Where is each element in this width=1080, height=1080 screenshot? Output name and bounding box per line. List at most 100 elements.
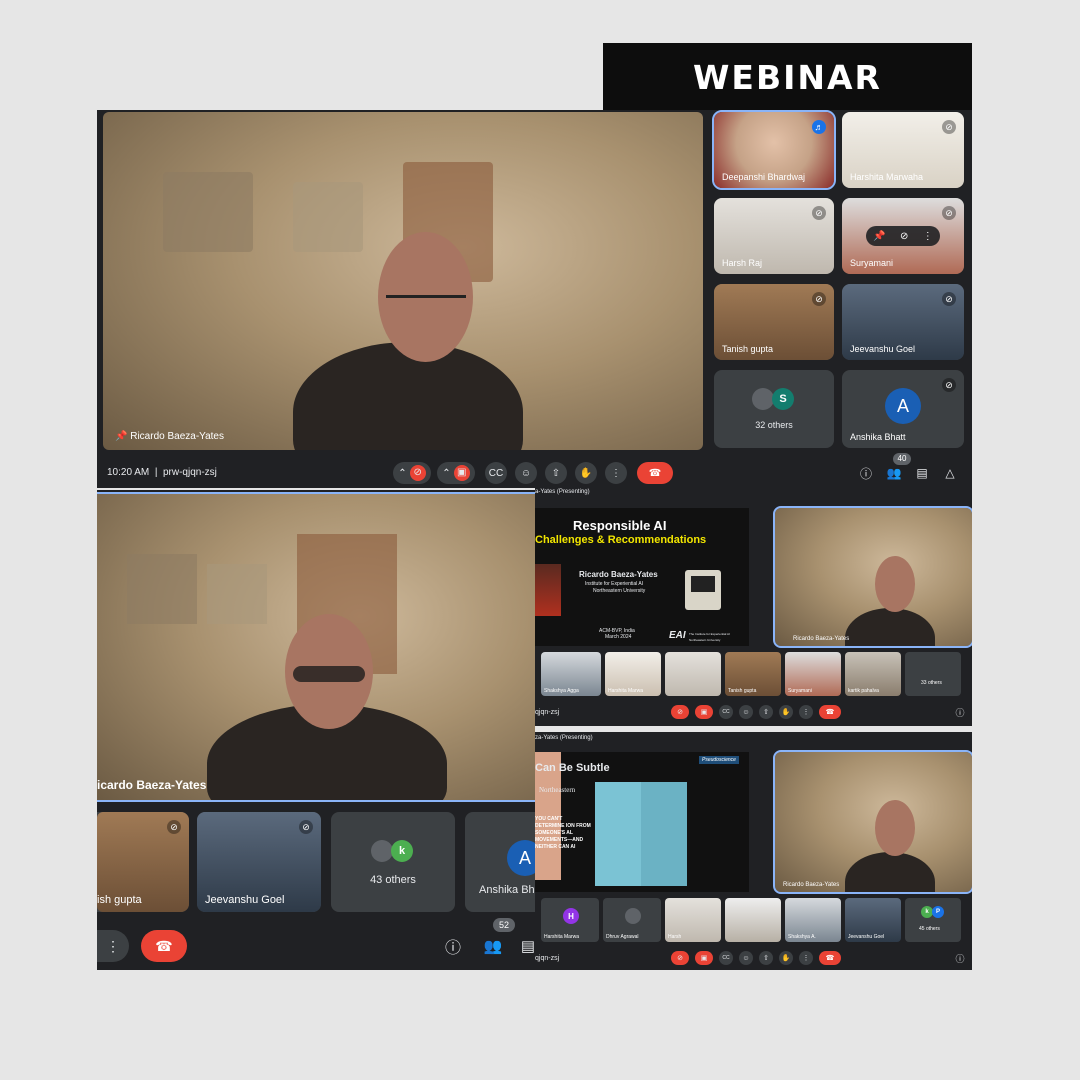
participant-mini-tile[interactable]: H Harshita Marwa — [541, 898, 599, 942]
captions-button[interactable]: CC — [719, 951, 733, 965]
emoji-button[interactable]: ☺ — [739, 705, 753, 719]
more-options-icon: ⋮ — [106, 937, 120, 954]
participant-mini-tile[interactable]: Suryamani — [785, 652, 841, 696]
speaker-video[interactable]: Ricardo Baeza-Yates — [773, 750, 972, 894]
mic-button[interactable]: ⊘ — [671, 705, 689, 719]
chat-icon[interactable]: ▤ — [521, 936, 535, 956]
info-icon[interactable]: ⓘ — [953, 705, 967, 719]
speaker-name-label: icardo Baeza-Yates — [97, 778, 207, 792]
participant-tile[interactable]: ⊘ ish gupta — [97, 812, 189, 912]
mic-button[interactable]: ⌃ ⊘ — [393, 462, 431, 484]
hangup-icon: ☎ — [648, 467, 662, 479]
left-meet-window: icardo Baeza-Yates ⊘ ish gupta ⊘ Jeevans… — [97, 490, 535, 970]
tile-options-bar[interactable]: 📌 ⊘ ⋮ — [866, 226, 940, 246]
end-call-button[interactable]: ☎ — [819, 951, 841, 965]
participant-mini-tile[interactable]: Dhruv Agrawal — [603, 898, 661, 942]
participant-mini-tile[interactable] — [665, 652, 721, 696]
participant-mini-tile[interactable]: Shakshya A. — [785, 898, 841, 942]
participant-count-badge: 40 — [893, 453, 911, 465]
mic-off-icon: ⊘ — [299, 820, 313, 834]
camera-button[interactable]: ▣ — [695, 951, 713, 965]
camera-button[interactable]: ⌃ ▣ — [437, 462, 475, 484]
participant-mini-tile[interactable]: Tanish gupta — [725, 652, 781, 696]
presenting-label: za-Yates (Presenting) — [535, 735, 593, 741]
meeting-time: 10:20 AM | prw-qjqn-zsj — [107, 467, 217, 478]
participant-mini-tile[interactable]: Shakshya Agga — [541, 652, 601, 696]
speaker-name-label: 📌 Ricardo Baeza-Yates — [115, 431, 224, 442]
mic-off-icon: ⊘ — [942, 292, 956, 306]
present-button[interactable]: ⇧ — [759, 951, 773, 965]
webinar-banner: WEBINAR — [603, 43, 972, 111]
info-icon[interactable]: ⓘ — [443, 936, 463, 957]
end-call-button[interactable]: ☎ — [819, 705, 841, 719]
avatar: P — [932, 906, 944, 918]
raise-hand-button[interactable]: ✋ — [575, 462, 597, 484]
pin-icon[interactable]: 📌 — [873, 231, 885, 242]
avatar: A — [885, 388, 921, 424]
meeting-code: qjqn-zsj — [535, 709, 560, 716]
emoji-button[interactable]: ☺ — [515, 462, 537, 484]
more-options-button[interactable]: ⋮ — [799, 951, 813, 965]
faces-grid-image — [595, 782, 687, 886]
captions-button[interactable]: CC — [485, 462, 507, 484]
others-mini-tile[interactable]: k P 45 others — [905, 898, 961, 942]
hangup-icon: ☎ — [155, 937, 173, 954]
speaking-icon: ♬ — [812, 120, 826, 134]
captions-button[interactable]: CC — [719, 705, 733, 719]
present-icon: ⇧ — [551, 467, 561, 479]
participant-tile[interactable]: ⊘ Jeevanshu Goel — [842, 284, 964, 360]
presentation-window-1: a-Yates (Presenting) Responsible AI Chal… — [535, 486, 972, 726]
avatar — [371, 840, 393, 862]
participant-tile[interactable]: ⊘ Tanish gupta — [714, 284, 834, 360]
chat-icon[interactable]: ▤ — [913, 464, 931, 482]
speaker-video[interactable]: Ricardo Baeza-Yates — [773, 506, 972, 648]
others-mini-tile[interactable]: 33 others — [905, 652, 961, 696]
avatar: H — [563, 908, 579, 924]
others-tile[interactable]: S 32 others — [714, 370, 834, 448]
participant-tile[interactable]: 📌 ⊘ ⋮ ⊘ Suryamani — [842, 198, 964, 274]
emoji-button[interactable]: ☺ — [739, 951, 753, 965]
avatar — [752, 388, 774, 410]
meeting-code: qjqn-zsj — [535, 955, 560, 962]
participant-mini-tile[interactable]: Harsh — [665, 898, 721, 942]
participant-mini-tile[interactable]: Harshita Marwa — [605, 652, 661, 696]
pin-icon: 📌 — [115, 431, 128, 442]
more-options-button[interactable]: ⋮ — [605, 462, 627, 484]
info-icon[interactable]: ⓘ — [857, 464, 875, 482]
more-options-button[interactable]: ⋮ — [799, 705, 813, 719]
mic-off-icon: ⊘ — [812, 292, 826, 306]
present-button[interactable]: ⇧ — [545, 462, 567, 484]
main-speaker-video[interactable]: icardo Baeza-Yates — [97, 492, 535, 802]
end-call-button[interactable]: ☎ — [141, 930, 187, 962]
top-meet-window: 📌 Ricardo Baeza-Yates ♬ Deepanshi Bhardw… — [97, 110, 972, 488]
mic-off-icon: ⊘ — [942, 120, 956, 134]
captions-icon: CC — [488, 467, 504, 479]
participant-tile[interactable]: ⊘ Harshita Marwaha — [842, 112, 964, 188]
participant-tile[interactable]: A Anshika Bh — [465, 812, 535, 912]
mic-button[interactable]: ⊘ — [671, 951, 689, 965]
participant-tile[interactable]: A ⊘ Anshika Bhatt — [842, 370, 964, 448]
participant-tile[interactable]: ♬ Deepanshi Bhardwaj — [712, 110, 836, 190]
more-options-button[interactable]: ⋮ — [97, 930, 129, 962]
participant-mini-tile[interactable] — [725, 898, 781, 942]
participant-tile[interactable]: ⊘ Jeevanshu Goel — [197, 812, 321, 912]
more-options-icon[interactable]: ⋮ — [923, 231, 933, 242]
tag-badge: Pseudoscience — [699, 756, 739, 764]
participant-mini-tile[interactable]: kartik pahalva — [845, 652, 901, 696]
people-icon[interactable]: 👥 — [885, 464, 903, 482]
camera-button[interactable]: ▣ — [695, 705, 713, 719]
raise-hand-button[interactable]: ✋ — [779, 705, 793, 719]
present-button[interactable]: ⇧ — [759, 705, 773, 719]
main-speaker-video[interactable]: 📌 Ricardo Baeza-Yates — [103, 112, 703, 450]
info-icon[interactable]: ⓘ — [953, 951, 967, 965]
presentation-window-2: za-Yates (Presenting) Can Be Subtle Pseu… — [535, 732, 972, 970]
avatar — [625, 908, 641, 924]
participant-mini-tile[interactable]: Jeevanshu Goel — [845, 898, 901, 942]
end-call-button[interactable]: ☎ — [637, 462, 673, 484]
mic-off-icon[interactable]: ⊘ — [900, 231, 908, 242]
others-tile[interactable]: k 43 others — [331, 812, 455, 912]
people-icon[interactable]: 👥 — [483, 936, 503, 956]
activities-icon[interactable]: △ — [941, 464, 959, 482]
participant-tile[interactable]: ⊘ Harsh Raj — [714, 198, 834, 274]
raise-hand-button[interactable]: ✋ — [779, 951, 793, 965]
